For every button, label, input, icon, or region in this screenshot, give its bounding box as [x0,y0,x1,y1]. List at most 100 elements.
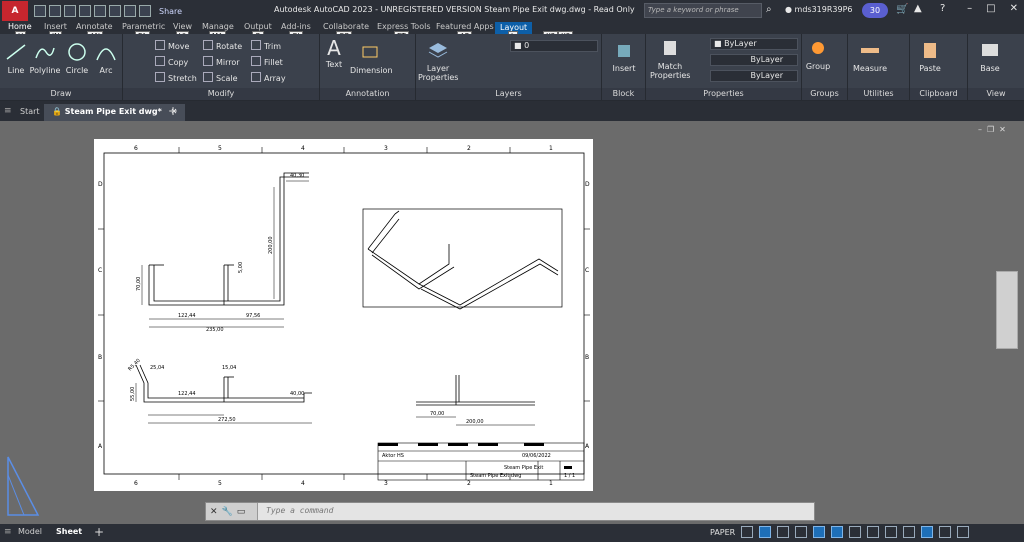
menu-icon[interactable]: ≡ [4,106,12,116]
tab-collaborate[interactable]: Collaborate [323,22,369,31]
layer-dropdown[interactable]: ■ 0 [510,40,598,52]
row-label: D [585,181,590,188]
linetype-dropdown[interactable]: ByLayer [710,54,798,66]
annotation-scale-icon[interactable] [867,526,880,538]
clean-screen-icon[interactable] [939,526,952,538]
object-tracking-icon[interactable] [831,526,844,538]
tab-view[interactable]: View [173,22,192,31]
insert-tool[interactable]: Insert [604,40,644,73]
user-account[interactable]: ● mds319R39P6 [785,5,853,14]
clipboard-panel-title[interactable]: Clipboard [910,88,967,100]
tab-current-drawing[interactable]: 🔒 Steam Pipe Exit dwg* ✕ [44,104,186,121]
tab-output[interactable]: Output [244,22,272,31]
command-history-icon[interactable]: ▭ [237,507,246,517]
wrench-icon[interactable]: 🔧 [222,507,233,517]
tab-start[interactable]: Start [12,104,48,121]
color-dropdown[interactable]: ■ ByLayer [710,38,798,50]
save-icon[interactable] [64,5,76,17]
open-icon[interactable] [49,5,61,17]
properties-panel-title[interactable]: Properties [646,88,801,100]
layout-sheet[interactable]: 6 5 4 3 2 1 6 5 4 3 2 1 D C B A D C B A [94,139,593,491]
drawing-area[interactable]: – ❐ ✕ 6 5 4 3 2 1 6 5 4 3 2 1 D C B A D … [0,121,1024,524]
search-input[interactable]: Type a keyword or phrase [644,3,762,18]
line-tool[interactable]: Line [4,42,28,75]
scale-button[interactable]: Scale [203,72,238,83]
mirror-button[interactable]: Mirror [203,56,240,67]
autocad-logo-icon[interactable]: A [2,1,28,21]
measure-tool[interactable]: Measure [850,40,890,73]
tab-parametric[interactable]: Parametric [122,22,165,31]
tab-express-tools[interactable]: Express Tools [377,22,431,31]
osnap-icon[interactable] [813,526,826,538]
lineweight-dropdown[interactable]: ByLayer [710,70,798,82]
trim-button[interactable]: Trim [251,40,281,51]
workspace-gear-icon[interactable] [885,526,898,538]
viewport-close-icon[interactable]: ✕ [999,125,1006,134]
copy-button[interactable]: Copy [155,56,188,67]
rotate-button[interactable]: Rotate [203,40,242,51]
notifications-badge[interactable]: 30 [862,3,888,18]
arc-tool[interactable]: Arc [94,42,118,75]
search-icon[interactable]: ⌕ [766,4,772,15]
utilities-panel-title[interactable]: Utilities [848,88,909,100]
annotation-panel-title[interactable]: Annotation [320,88,415,100]
paper-space-toggle[interactable]: PAPER [710,528,735,537]
ortho-icon[interactable] [777,526,790,538]
new-icon[interactable] [34,5,46,17]
redo-icon[interactable] [124,5,136,17]
block-panel-title[interactable]: Block [602,88,645,100]
fillet-button[interactable]: Fillet [251,56,283,67]
viewport-minimize-icon[interactable]: – [978,125,982,134]
tab-annotate[interactable]: Annotate [76,22,113,31]
plot-icon[interactable] [94,5,106,17]
isolate-objects-icon[interactable] [903,526,916,538]
minimize-icon[interactable]: – [967,3,972,14]
tab-home[interactable]: Home [8,22,32,31]
tab-featured-apps[interactable]: Featured Apps [436,22,494,31]
help-icon[interactable]: ? [940,3,945,14]
lineweight-icon[interactable] [849,526,862,538]
array-button[interactable]: Array [251,72,286,83]
layers-panel-title[interactable]: Layers [416,88,601,100]
group-tool[interactable]: Group [804,38,832,71]
polyline-tool[interactable]: Polyline [28,42,62,75]
snap-icon[interactable] [759,526,772,538]
match-properties-tool[interactable]: Match Properties [650,38,690,80]
new-tab-button[interactable]: + [168,104,178,118]
draw-panel-title[interactable]: Draw [0,88,122,100]
tab-model[interactable]: Model [18,527,42,536]
modify-panel-title[interactable]: Modify [123,88,319,100]
add-layout-button[interactable]: + [94,525,104,539]
navigation-bar[interactable] [996,271,1018,349]
hardware-acceleration-icon[interactable] [921,526,934,538]
layer-properties-tool[interactable]: Layer Properties [418,40,458,82]
tab-manage[interactable]: Manage [202,22,234,31]
command-input[interactable]: Type a command [266,506,333,515]
groups-panel-title[interactable]: Groups [802,88,847,100]
autodesk-app-icon[interactable]: ▲ [914,3,922,14]
viewport-restore-icon[interactable]: ❐ [987,125,994,134]
tab-sheet[interactable]: Sheet [56,527,82,536]
text-tool[interactable]: A Text [322,38,346,69]
maximize-icon[interactable]: □ [986,3,995,14]
close-icon[interactable]: ✕ [1010,3,1018,14]
circle-tool[interactable]: Circle [64,42,90,75]
dropdown-icon[interactable] [139,5,151,17]
close-command-icon[interactable]: ✕ [210,507,218,517]
tab-addins[interactable]: Add-ins [281,22,311,31]
customize-status-icon[interactable] [957,526,970,538]
polar-icon[interactable] [795,526,808,538]
stretch-button[interactable]: Stretch [155,72,197,83]
layouts-menu-icon[interactable]: ≡ [4,527,12,537]
paste-tool[interactable]: Paste [916,40,944,73]
view-panel-title[interactable]: View [968,88,1024,100]
saveas-icon[interactable] [79,5,91,17]
cart-icon[interactable]: 🛒 [896,4,908,15]
tab-insert[interactable]: Insert [44,22,67,31]
dimension-tool[interactable]: Dimension [350,42,393,75]
undo-icon[interactable] [109,5,121,17]
move-button[interactable]: Move [155,40,189,51]
grid-icon[interactable] [741,526,754,538]
share-button[interactable]: Share [159,7,182,16]
base-tool[interactable]: Base [976,40,1004,73]
